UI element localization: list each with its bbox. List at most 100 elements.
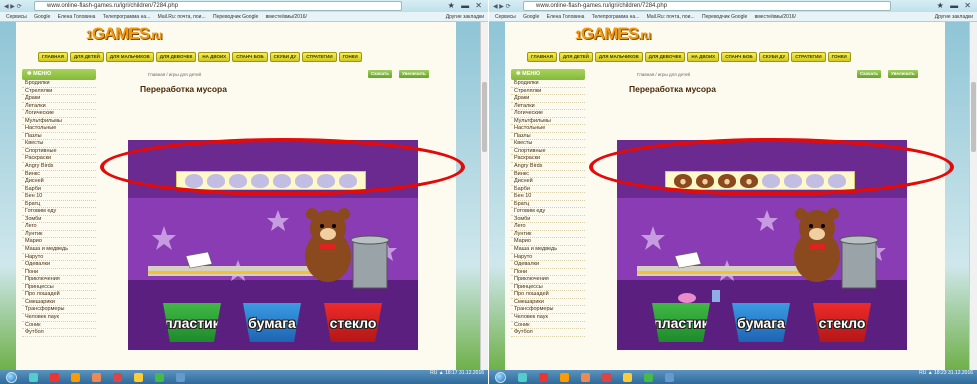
sidebar-item[interactable]: Квесты	[511, 140, 585, 148]
nav-item[interactable]: ДЛЯ ДЕТЕЙ	[558, 52, 593, 62]
sidebar-item[interactable]: Спортивные	[511, 148, 585, 156]
address-bar[interactable]: www.online-flash-games.ru/igri/children/…	[34, 1, 402, 11]
sidebar-item[interactable]: Смешарики	[22, 299, 96, 307]
plastic-bin[interactable]: пластик	[163, 303, 221, 342]
sidebar-item[interactable]: Приключения	[511, 276, 585, 284]
bookmark-item[interactable]: Сервисы	[495, 14, 516, 20]
sidebar-item[interactable]: Марио	[22, 238, 96, 247]
nav-item[interactable]: СТРАТЕГИИ	[791, 52, 826, 62]
nav-item[interactable]: ДЛЯ ДЕВОЧЕК	[644, 52, 686, 62]
paper-bin[interactable]: бумага	[243, 303, 301, 342]
sidebar-item[interactable]: Стрелялки	[22, 88, 96, 96]
window-controls[interactable]: ★ ▬ ✕	[937, 1, 973, 10]
sidebar-item[interactable]: Лунтик	[511, 231, 585, 239]
media-icon[interactable]	[50, 372, 59, 382]
sidebar-item[interactable]: Человек паук	[511, 314, 585, 322]
sidebar-item[interactable]: Про лошадей	[511, 291, 585, 299]
bookmark-item[interactable]: Елена Головина	[547, 14, 585, 20]
folder-icon[interactable]	[134, 372, 143, 382]
sidebar-item[interactable]: Пони	[22, 269, 96, 277]
sidebar-item[interactable]: Смешарики	[511, 299, 585, 307]
nav-item[interactable]: ГОНКИ	[827, 52, 851, 62]
plastic-bin[interactable]: пластик	[652, 303, 710, 342]
nav-item[interactable]: ДЛЯ ДЕВОЧЕК	[155, 52, 197, 62]
browser-nav-buttons[interactable]: ◀ ▶ ⟳	[493, 3, 511, 10]
sidebar-item[interactable]: Настольные	[22, 125, 96, 133]
sidebar-item[interactable]: Маша и медведь	[511, 246, 585, 254]
paper-bin[interactable]: бумага	[732, 303, 790, 342]
sidebar-item[interactable]: Трансформеры	[511, 306, 585, 314]
sidebar-item[interactable]: Бродилки	[511, 80, 585, 88]
scrollbar-thumb[interactable]	[482, 82, 487, 152]
sidebar-item[interactable]: Леталки	[22, 103, 96, 111]
app-icon[interactable]	[581, 372, 590, 382]
system-tray[interactable]: RU ▲ 18:23 31.12.2016	[919, 370, 973, 377]
sidebar-item[interactable]: Приключения	[22, 276, 96, 284]
sidebar-item[interactable]: Зомби	[22, 216, 96, 224]
bookmark-item[interactable]: Сервисы	[6, 14, 27, 20]
sidebar-item[interactable]: Маша и медведь	[22, 246, 96, 254]
sidebar-item[interactable]: Зомби	[511, 216, 585, 224]
sidebar-item[interactable]: Готовим еду	[22, 208, 96, 216]
sidebar-item[interactable]: Мультфильмы	[22, 118, 96, 126]
nav-item[interactable]: СКУБИ ДУ	[758, 52, 790, 62]
sidebar-item[interactable]: Логические	[22, 110, 96, 118]
sidebar-item[interactable]: Раскраски	[22, 155, 96, 164]
bookmark-item[interactable]: Переводчик Google	[213, 14, 258, 20]
sidebar-item[interactable]: Спортивные	[22, 148, 96, 156]
scrollbar[interactable]	[969, 22, 977, 370]
breadcrumb[interactable]: Главная / игры для детей	[148, 72, 201, 77]
sidebar-item[interactable]: Мультфильмы	[511, 118, 585, 126]
sidebar-item[interactable]: Наруто	[511, 254, 585, 262]
bookmark-item[interactable]: Елена Головина	[58, 14, 96, 20]
sidebar-item[interactable]: Барби	[511, 186, 585, 194]
glass-bin[interactable]: стекло	[813, 303, 871, 342]
fullscreen-button[interactable]: Увеличить	[888, 70, 918, 78]
chrome-icon[interactable]	[644, 372, 653, 382]
sidebar-item[interactable]: Леталки	[511, 103, 585, 111]
nav-item[interactable]: СТРАТЕГИИ	[302, 52, 337, 62]
download-button[interactable]: Скачать	[368, 70, 392, 78]
nav-item[interactable]: СПАНЧ БОБ	[721, 52, 757, 62]
explorer-icon[interactable]	[29, 372, 38, 382]
sidebar-item[interactable]: Дисней	[22, 178, 96, 186]
nav-item[interactable]: ДЛЯ МАЛЬЧИКОВ	[594, 52, 643, 62]
bookmark-item[interactable]: Google	[34, 14, 50, 20]
bookmarks-other[interactable]: Другие закладки	[446, 12, 484, 21]
sidebar-item[interactable]: Стрелялки	[511, 88, 585, 96]
download-button[interactable]: Скачать	[857, 70, 881, 78]
bookmarks-other[interactable]: Другие закладки	[935, 12, 973, 21]
sidebar-item[interactable]: Настольные	[511, 125, 585, 133]
start-button[interactable]	[6, 371, 17, 383]
sidebar-item[interactable]: Братц	[22, 201, 96, 209]
app-icon[interactable]	[665, 372, 674, 382]
nav-item[interactable]: ГЛАВНАЯ	[38, 52, 68, 62]
media-icon[interactable]	[539, 372, 548, 382]
site-logo[interactable]: 1GAMES.ru	[86, 24, 162, 44]
bookmark-item[interactable]: Google	[523, 14, 539, 20]
sidebar-item[interactable]: Бен 10	[511, 193, 585, 201]
player-icon[interactable]	[71, 372, 80, 382]
sidebar-item[interactable]: Пони	[511, 269, 585, 277]
nav-item[interactable]: НА ДВОИХ	[687, 52, 720, 62]
sidebar-item[interactable]: Принцессы	[22, 284, 96, 292]
sidebar-item[interactable]: Наруто	[22, 254, 96, 262]
bookmark-item[interactable]: Mail.Ru: почта, пои...	[647, 14, 695, 20]
bookmark-item[interactable]: Переводчик Google	[702, 14, 747, 20]
chrome-icon[interactable]	[155, 372, 164, 382]
site-logo[interactable]: 1GAMES.ru	[575, 24, 651, 44]
fullscreen-button[interactable]: Увеличить	[399, 70, 429, 78]
bookmark-item[interactable]: вместе/вмы/2016/	[755, 14, 796, 20]
sidebar-item[interactable]: Angry Birds	[511, 163, 585, 171]
app-icon[interactable]	[176, 372, 185, 382]
sidebar-item[interactable]: Одевалки	[22, 261, 96, 269]
nav-item[interactable]: СКУБИ ДУ	[269, 52, 301, 62]
scrollbar[interactable]	[480, 22, 488, 370]
nav-item[interactable]: ГЛАВНАЯ	[527, 52, 557, 62]
sidebar-item[interactable]: Дисней	[511, 178, 585, 186]
player-icon[interactable]	[560, 372, 569, 382]
sidebar-item[interactable]: Одевалки	[511, 261, 585, 269]
sidebar-item[interactable]: Драки	[511, 95, 585, 103]
sidebar-item[interactable]: Трансформеры	[22, 306, 96, 314]
nav-item[interactable]: СПАНЧ БОБ	[232, 52, 268, 62]
